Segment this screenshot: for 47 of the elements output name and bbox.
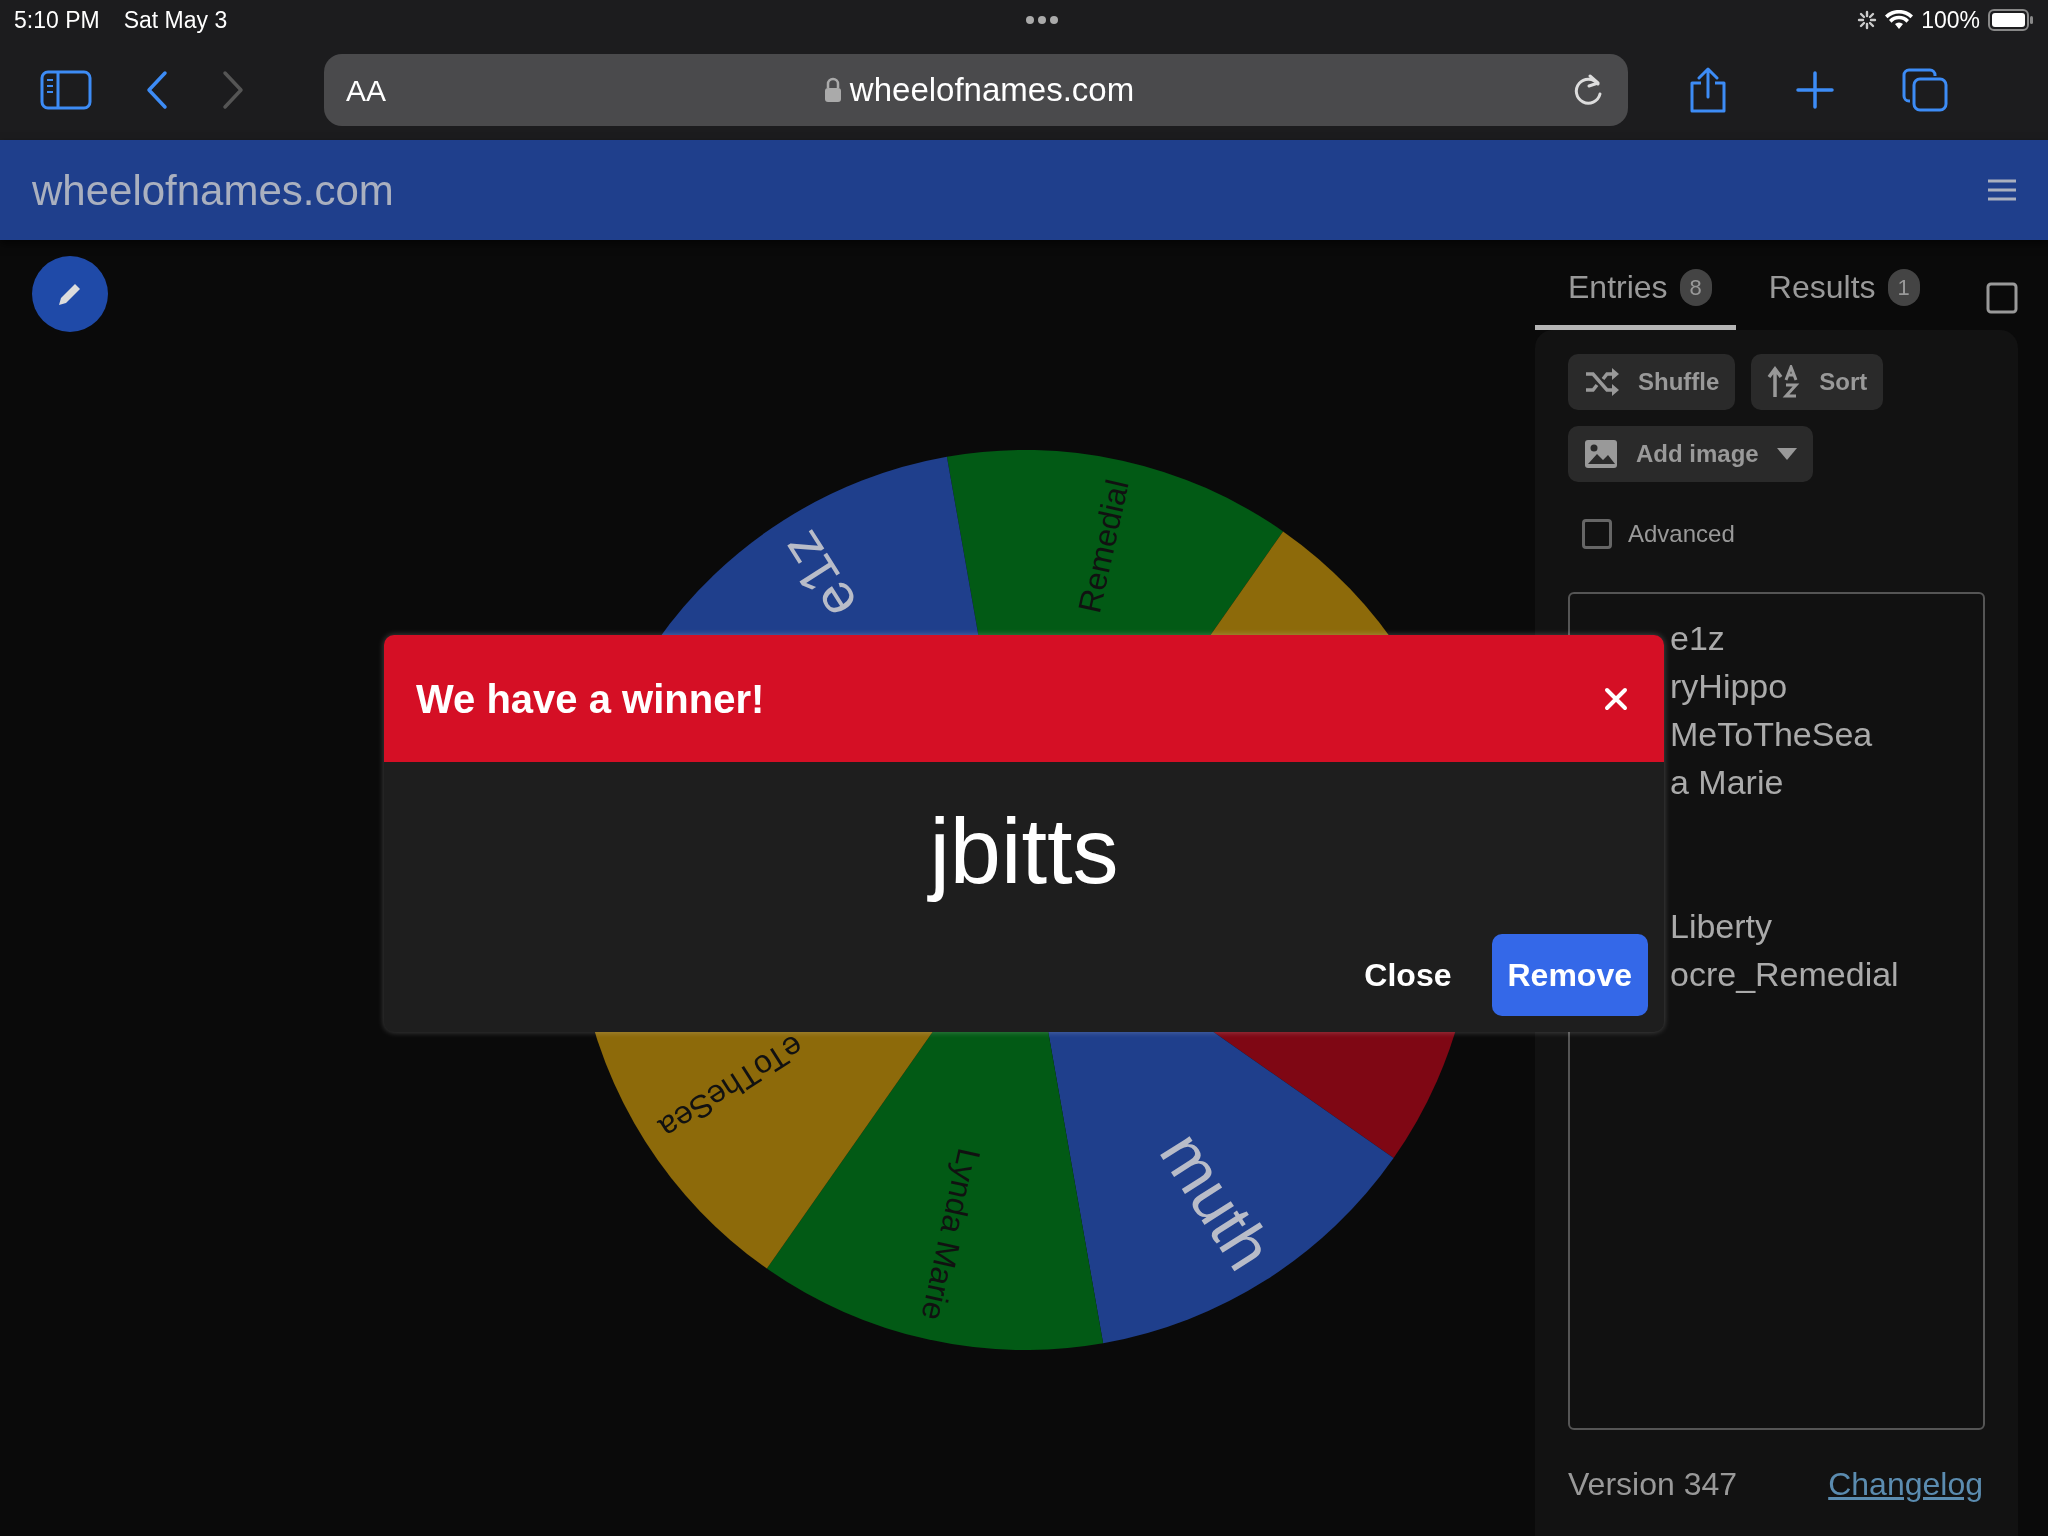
wheel-label: e1z <box>767 520 870 631</box>
menu-icon[interactable] <box>1988 179 2016 201</box>
lock-icon <box>823 77 842 103</box>
panel-tab[interactable]: Results 1 <box>1735 240 1944 330</box>
entry-text: a Marie <box>1670 762 1785 803</box>
plus-icon[interactable] <box>1796 71 1834 109</box>
tool-button[interactable]: Sort <box>1751 354 1884 410</box>
battery-icon <box>1988 9 2034 31</box>
date: Sat May 3 <box>123 5 228 35</box>
version-text: Version 347 <box>1568 1465 1737 1504</box>
spinner-icon <box>1857 10 1878 30</box>
advanced-checkbox[interactable] <box>1582 519 1612 549</box>
clock-time: 5:10 PM <box>14 5 100 35</box>
square-icon[interactable] <box>1986 282 2018 314</box>
close-icon <box>1604 686 1628 711</box>
dialog-button[interactable]: Close <box>1348 934 1468 1016</box>
entry-text: MeToTheSea <box>1670 714 1874 755</box>
count-badge: 1 <box>1887 269 1920 306</box>
tab-label: Entries <box>1568 268 1668 307</box>
text-size-button[interactable]: AA <box>346 67 387 113</box>
entry-text: e1z <box>1670 618 1726 659</box>
count-badge: 8 <box>1679 269 1712 306</box>
wheel-label: Remedial <box>1071 476 1136 617</box>
tool-button[interactable]: Add image <box>1568 426 1813 482</box>
dialog-title: We have a winner! <box>416 675 765 723</box>
more-dots-icon <box>1025 15 1060 25</box>
changelog-link[interactable]: Changelog <box>1828 1460 1983 1508</box>
entry-text: ocre_Remedial <box>1670 954 1900 995</box>
entry-text: Liberty <box>1670 906 1774 947</box>
site-brand[interactable]: wheelofnames.com <box>32 158 394 222</box>
tabs-icon[interactable] <box>1902 68 1948 112</box>
battery-percent: 100% <box>1921 5 1980 35</box>
back-icon[interactable] <box>146 70 168 110</box>
tool-button[interactable]: Shuffle <box>1568 354 1736 410</box>
share-icon[interactable] <box>1688 67 1728 113</box>
checkbox-label: Advanced <box>1628 519 1735 549</box>
entry-text: ryHippo <box>1670 666 1789 707</box>
url-text: wheelofnames.com <box>849 70 1135 111</box>
wifi-icon <box>1885 10 1914 30</box>
shuffle-icon <box>1584 367 1620 397</box>
winner-name: jbitts <box>929 799 1119 904</box>
image-icon <box>1584 439 1618 469</box>
sidebar-icon[interactable] <box>40 70 92 110</box>
address-bar[interactable]: AA wheelofnames.com <box>324 54 1628 126</box>
tab-label: Results <box>1768 268 1876 307</box>
dialog-button[interactable]: Remove <box>1491 934 1648 1016</box>
wheel-label: Lynda Marie <box>914 1145 988 1324</box>
